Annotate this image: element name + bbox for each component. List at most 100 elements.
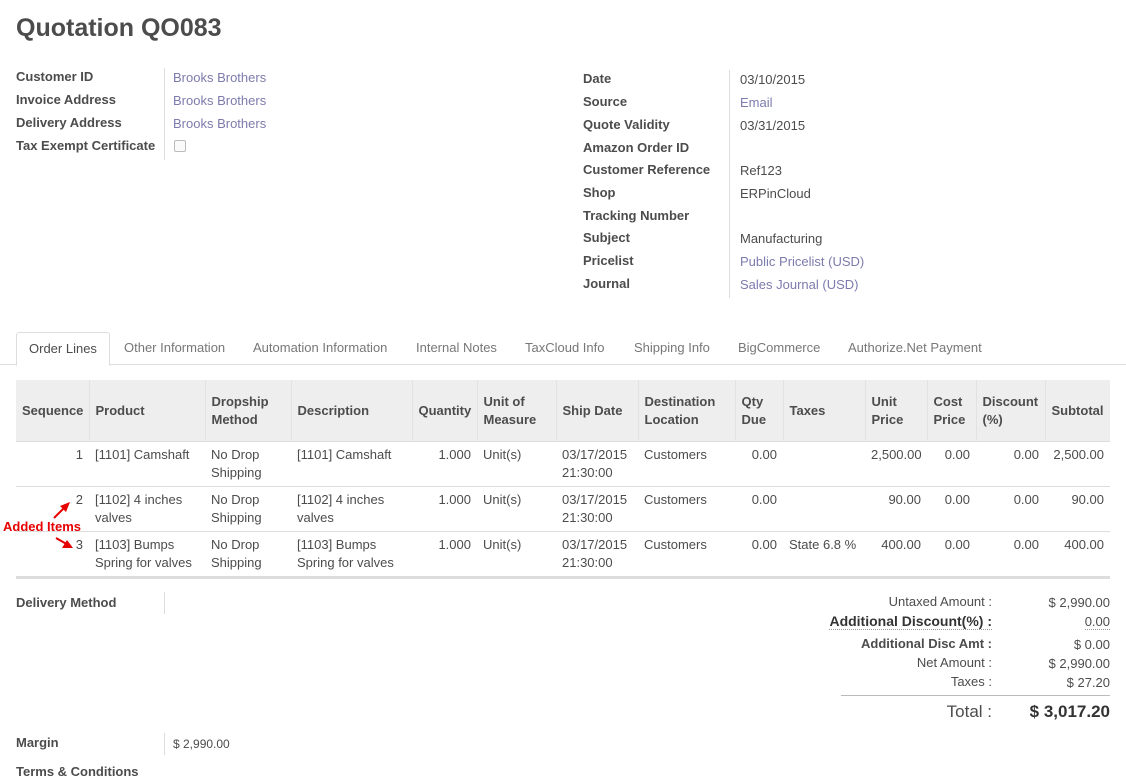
source-label: Source (583, 94, 628, 109)
amazon-order-id-label: Amazon Order ID (583, 140, 690, 155)
subject-value: Manufacturing (740, 231, 823, 246)
cell-cost-price: 0.00 (927, 486, 976, 532)
cell-description: [1101] Camshaft (291, 441, 412, 487)
column-header[interactable]: Qty Due (734, 380, 783, 442)
tab-authorize-net-payment[interactable]: Authorize.Net Payment (848, 332, 982, 364)
margin-divider (164, 733, 165, 755)
delivery-method-divider (164, 592, 165, 614)
column-header[interactable]: Discount (%) (975, 380, 1045, 442)
shop-label: Shop (583, 185, 616, 200)
order-lines-table: Sequence Product Dropship Method Descrip… (16, 380, 1110, 579)
cell-discount: 0.00 (976, 441, 1045, 487)
cell-discount: 0.00 (976, 531, 1045, 579)
column-header[interactable]: Unit Price (864, 380, 927, 442)
taxes-value: $ 27.20 (1066, 675, 1110, 690)
cell-ship-date: 03/17/2015 21:30:00 (556, 486, 638, 532)
cell-destination: Customers (638, 441, 735, 487)
cell-description: [1103] Bumps Spring for valves (291, 531, 412, 579)
journal-link[interactable]: Sales Journal (USD) (740, 277, 859, 292)
net-amount-value: $ 2,990.00 (1048, 656, 1110, 671)
cell-product: [1102] 4 inches valves (89, 486, 205, 532)
additional-disc-amt-label: Additional Disc Amt : (861, 636, 992, 651)
delivery-method-label: Delivery Method (16, 595, 117, 610)
cell-sequence: 1 (16, 441, 89, 487)
additional-discount-pct-value[interactable]: 0.00 (1084, 614, 1110, 630)
column-header[interactable]: Taxes (782, 380, 865, 442)
journal-label: Journal (583, 276, 630, 291)
page-title: Quotation QO083 (16, 14, 222, 42)
source-link[interactable]: Email (740, 95, 773, 110)
tab-order-lines[interactable]: Order Lines (16, 332, 110, 366)
column-header[interactable]: Ship Date (555, 380, 638, 442)
tab-taxcloud-info[interactable]: TaxCloud Info (525, 332, 605, 364)
terms-conditions-label: Terms & Conditions (16, 764, 139, 779)
customer-id-label: Customer ID (16, 69, 94, 84)
additional-disc-amt-value: $ 0.00 (1073, 637, 1110, 652)
tab-shipping-info[interactable]: Shipping Info (634, 332, 710, 364)
column-header[interactable]: Unit of Measure (476, 380, 556, 442)
tax-exempt-label: Tax Exempt Certificate (16, 138, 156, 153)
invoice-address-link[interactable]: Brooks Brothers (173, 93, 266, 108)
table-header-row: Sequence Product Dropship Method Descrip… (16, 380, 1110, 442)
untaxed-amount-label: Untaxed Amount : (888, 594, 992, 609)
annotation-arrows-icon (53, 502, 73, 548)
cell-subtotal: 400.00 (1045, 531, 1110, 579)
cell-unit-price: 2,500.00 (865, 441, 927, 487)
tab-automation-information[interactable]: Automation Information (253, 332, 387, 364)
tax-exempt-checkbox[interactable] (174, 140, 186, 152)
notebook-tabs: Order Lines Other Information Automation… (0, 332, 1126, 366)
invoice-address-label: Invoice Address (16, 92, 116, 107)
table-row[interactable]: 2 [1102] 4 inches valves No Drop Shippin… (16, 486, 1110, 532)
column-header[interactable]: Quantity (411, 380, 477, 442)
net-amount-label: Net Amount : (916, 655, 992, 670)
table-row[interactable]: 1 [1101] Camshaft No Drop Shipping [1101… (16, 441, 1110, 487)
cell-qty-due: 0.00 (735, 486, 783, 532)
tab-other-information[interactable]: Other Information (124, 332, 225, 364)
column-header[interactable]: Destination Location (637, 380, 735, 442)
untaxed-amount-value: $ 2,990.00 (1048, 595, 1110, 610)
quote-validity-value: 03/31/2015 (740, 118, 806, 133)
margin-value: $ 2,990.00 (173, 737, 230, 751)
cell-taxes (783, 486, 865, 532)
cell-uom: Unit(s) (477, 441, 556, 487)
cell-qty-due: 0.00 (735, 531, 783, 579)
tab-bigcommerce[interactable]: BigCommerce (738, 332, 820, 364)
margin-label: Margin (16, 735, 59, 750)
cell-subtotal: 2,500.00 (1045, 441, 1110, 487)
delivery-address-label: Delivery Address (16, 115, 122, 130)
cell-destination: Customers (638, 531, 735, 579)
cell-cost-price: 0.00 (927, 441, 976, 487)
cell-quantity: 1.000 (412, 486, 477, 532)
cell-dropship: No Drop Shipping (205, 486, 291, 532)
cell-discount: 0.00 (976, 486, 1045, 532)
column-header[interactable]: Subtotal (1044, 380, 1110, 442)
total-label: Total : (946, 702, 992, 721)
cell-dropship: No Drop Shipping (205, 531, 291, 579)
column-header[interactable]: Sequence (16, 380, 89, 442)
cell-destination: Customers (638, 486, 735, 532)
cell-ship-date: 03/17/2015 21:30:00 (556, 441, 638, 487)
cell-uom: Unit(s) (477, 531, 556, 579)
date-label: Date (583, 71, 612, 86)
cell-subtotal: 90.00 (1045, 486, 1110, 532)
additional-discount-pct-label[interactable]: Additional Discount(%) : (829, 613, 992, 630)
customer-id-link[interactable]: Brooks Brothers (173, 70, 266, 85)
right-form-divider (729, 70, 730, 298)
column-header[interactable]: Product (88, 380, 205, 442)
cell-quantity: 1.000 (412, 531, 477, 579)
table-row[interactable]: 3 [1103] Bumps Spring for valves No Drop… (16, 531, 1110, 579)
shop-value: ERPinCloud (740, 186, 811, 201)
tab-internal-notes[interactable]: Internal Notes (416, 332, 497, 364)
cell-product: [1101] Camshaft (89, 441, 205, 487)
totals-divider (841, 695, 1110, 696)
delivery-address-link[interactable]: Brooks Brothers (173, 116, 266, 131)
pricelist-link[interactable]: Public Pricelist (USD) (740, 254, 864, 269)
column-header[interactable]: Dropship Method (204, 380, 291, 442)
column-header[interactable]: Cost Price (926, 380, 976, 442)
column-header[interactable]: Description (290, 380, 412, 442)
total-value: $ 3,017.20 (1029, 702, 1110, 721)
date-value: 03/10/2015 (740, 72, 806, 87)
cell-quantity: 1.000 (412, 441, 477, 487)
cell-uom: Unit(s) (477, 486, 556, 532)
cell-qty-due: 0.00 (735, 441, 783, 487)
